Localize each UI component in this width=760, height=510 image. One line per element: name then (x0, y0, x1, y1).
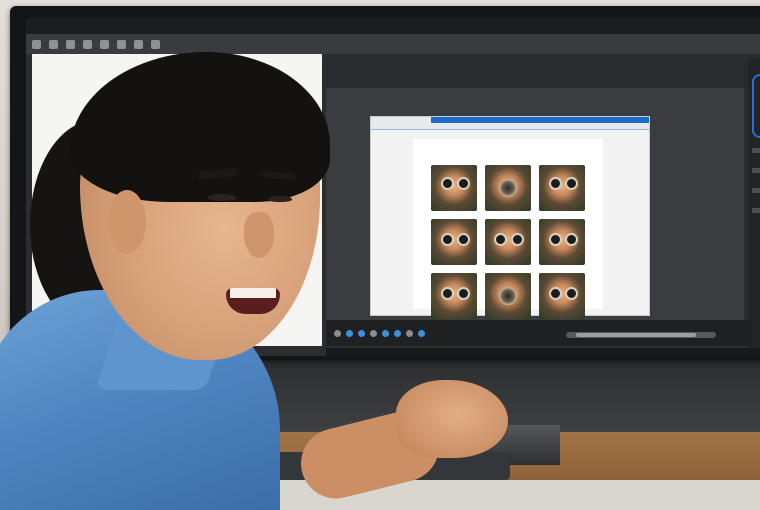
photo-thumbnail[interactable] (485, 165, 531, 211)
control-icon[interactable] (346, 329, 353, 337)
app-window (26, 18, 760, 356)
photo-thumbnail[interactable] (431, 165, 477, 211)
panel-button[interactable] (752, 208, 760, 213)
control-icon[interactable] (334, 329, 341, 337)
monitor-chin (210, 350, 760, 432)
camera-icon (565, 287, 578, 300)
lens-icon (499, 287, 517, 305)
tool-icon[interactable] (100, 39, 109, 49)
camera-icon (457, 233, 470, 246)
tool-icon[interactable] (134, 39, 143, 49)
tool-icon[interactable] (32, 39, 41, 49)
control-icon[interactable] (370, 329, 377, 337)
photo-thumbnail[interactable] (485, 273, 531, 319)
document-canvas[interactable] (370, 116, 650, 319)
camera-icon (565, 233, 578, 246)
panel-button[interactable] (752, 188, 760, 193)
photo-thumbnail[interactable] (539, 219, 585, 265)
keyboard (270, 452, 510, 480)
panel-button[interactable] (752, 148, 760, 153)
canvas-title-bar (431, 117, 649, 123)
menu-bar (26, 18, 760, 34)
status-bar (326, 348, 760, 356)
thumbnail-grid (431, 165, 585, 319)
panel-highlight[interactable] (752, 74, 760, 138)
camera-icon (441, 177, 454, 190)
control-icon[interactable] (358, 329, 365, 337)
workspace-header (326, 58, 752, 88)
photo-thumbnail[interactable] (431, 273, 477, 319)
photo-thumbnail[interactable] (431, 219, 477, 265)
tool-icon[interactable] (66, 39, 75, 49)
lens-icon (499, 179, 517, 197)
camera-icon (549, 287, 562, 300)
glasses-icon (494, 233, 507, 246)
photo-thumbnail[interactable] (485, 219, 531, 265)
options-bar (26, 34, 760, 54)
control-icon[interactable] (394, 329, 401, 337)
camera-icon (441, 233, 454, 246)
camera-icon (457, 177, 470, 190)
camera-icon (441, 287, 454, 300)
camera-icon (549, 177, 562, 190)
blank-panel (32, 54, 322, 346)
panel-button[interactable] (752, 168, 760, 173)
glasses-icon (511, 233, 524, 246)
tool-icon[interactable] (151, 39, 160, 49)
control-icon[interactable] (382, 329, 389, 337)
control-icon[interactable] (418, 329, 425, 337)
camera-icon (457, 287, 470, 300)
photo-thumbnail[interactable] (539, 165, 585, 211)
canvas-toolbar (371, 117, 649, 130)
monitor (10, 6, 760, 360)
photo-thumbnail[interactable] (539, 273, 585, 319)
camera-icon (549, 233, 562, 246)
tool-icon[interactable] (117, 39, 126, 49)
camera-icon (565, 177, 578, 190)
tool-icon[interactable] (83, 39, 92, 49)
horizontal-scrollbar[interactable] (566, 332, 716, 338)
tool-icon[interactable] (49, 39, 58, 49)
control-icon[interactable] (406, 329, 413, 337)
